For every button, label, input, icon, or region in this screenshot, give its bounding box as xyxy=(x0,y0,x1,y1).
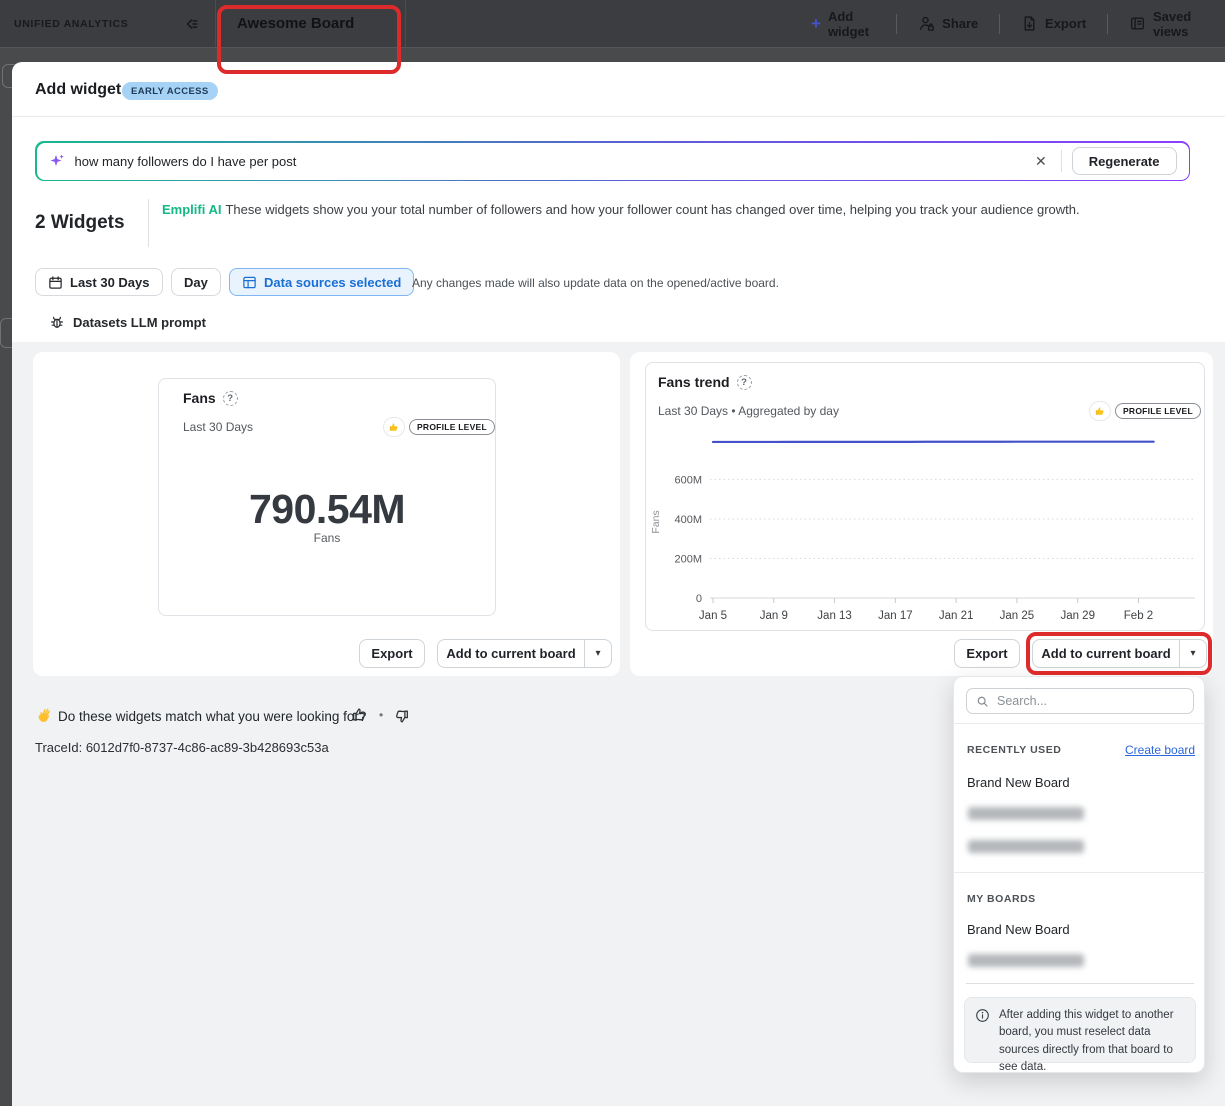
bug-icon xyxy=(49,314,65,330)
fans-kpi-unit: Fans xyxy=(158,531,496,545)
recently-used-header: RECENTLY USED xyxy=(967,744,1061,756)
trace-id: TraceId: 6012d7f0-8737-4c86-ac89-3b42869… xyxy=(35,740,329,755)
svg-text:Jan 17: Jan 17 xyxy=(878,610,913,622)
granularity-chip[interactable]: Day xyxy=(171,268,221,296)
data-sources-chip[interactable]: Data sources selected xyxy=(229,268,414,296)
date-range-label: Last 30 Days xyxy=(70,275,150,290)
svg-text:Jan 21: Jan 21 xyxy=(939,610,974,622)
dot-separator: • xyxy=(379,708,383,722)
granularity-label: Day xyxy=(184,275,208,290)
svg-text:Fans: Fans xyxy=(650,510,662,533)
divider xyxy=(954,872,1206,873)
datasets-llm-prompt-link[interactable]: Datasets LLM prompt xyxy=(49,314,206,330)
thumbs-up-icon[interactable] xyxy=(351,706,368,728)
divider xyxy=(966,983,1194,984)
add-to-current-board-button[interactable]: Add to current board xyxy=(438,640,584,667)
filters-note: Any changes made will also update data o… xyxy=(412,276,779,290)
emplifi-ai-tag: Emplifi AI xyxy=(162,202,221,217)
export-button-fans-trend[interactable]: Export xyxy=(954,639,1020,668)
profile-level-badge: PROFILE LEVEL xyxy=(409,419,495,435)
info-icon xyxy=(975,1008,990,1029)
svg-text:Jan 5: Jan 5 xyxy=(699,610,727,622)
search-icon xyxy=(976,695,989,708)
clear-prompt-icon[interactable]: ✕ xyxy=(1031,153,1051,170)
ai-prompt-input[interactable] xyxy=(75,154,1021,169)
modal-title: Add widget xyxy=(35,81,121,99)
date-range-chip[interactable]: Last 30 Days xyxy=(35,268,163,296)
waving-hand-icon xyxy=(35,707,52,729)
svg-text:Jan 25: Jan 25 xyxy=(1000,610,1035,622)
ai-prompt-bar: ✕ Regenerate xyxy=(35,141,1190,181)
data-sources-icon xyxy=(242,275,257,290)
ai-description-text: These widgets show you your total number… xyxy=(225,202,1079,217)
my-boards-header: MY BOARDS xyxy=(967,893,1036,905)
svg-text:Jan 29: Jan 29 xyxy=(1060,610,1095,622)
fans-widget-period: Last 30 Days xyxy=(183,420,253,434)
header-divider xyxy=(12,116,1225,117)
board-item[interactable]: Brand New Board xyxy=(967,922,1070,937)
divider xyxy=(1061,150,1062,172)
thumbs-up-reaction-pill[interactable] xyxy=(383,417,405,437)
ai-sparkle-icon xyxy=(49,153,65,169)
svg-text:Jan 13: Jan 13 xyxy=(817,610,852,622)
svg-text:Jan 9: Jan 9 xyxy=(760,610,788,622)
regenerate-button[interactable]: Regenerate xyxy=(1072,147,1177,175)
annotation-box-board-tab xyxy=(217,5,401,74)
svg-text:0: 0 xyxy=(696,593,702,605)
thumbs-down-icon[interactable] xyxy=(393,708,410,730)
board-item-redacted[interactable] xyxy=(968,807,1084,820)
board-item[interactable]: Brand New Board xyxy=(967,775,1070,790)
chevron-down-icon[interactable]: ▾ xyxy=(584,640,611,667)
datasets-llm-prompt-label: Datasets LLM prompt xyxy=(73,315,206,330)
board-search-input[interactable] xyxy=(997,694,1184,708)
svg-text:Feb 2: Feb 2 xyxy=(1124,610,1153,622)
info-note-text: After adding this widget to another boar… xyxy=(999,1009,1174,1073)
create-board-link[interactable]: Create board xyxy=(1125,743,1195,757)
add-to-board-split-button-fans: Add to current board ▾ xyxy=(437,639,612,668)
svg-text:400M: 400M xyxy=(674,514,702,526)
board-item-redacted[interactable] xyxy=(968,954,1084,967)
fans-kpi-value: 790.54M xyxy=(158,486,496,533)
export-button-fans[interactable]: Export xyxy=(359,639,425,668)
fans-trend-chart: 0 200M 400M 600M Jan 5 Jan 9 Jan 13 Jan 17 Jan 2… xyxy=(645,362,1205,631)
ai-description: Emplifi AI These widgets show you your to… xyxy=(162,201,1112,220)
divider xyxy=(148,199,149,247)
svg-text:600M: 600M xyxy=(674,474,702,486)
board-item-redacted[interactable] xyxy=(968,840,1084,853)
widget-count: 2 Widgets xyxy=(35,212,125,234)
data-sources-label: Data sources selected xyxy=(264,275,401,290)
svg-text:200M: 200M xyxy=(674,553,702,565)
annotation-box-add-to-board xyxy=(1026,632,1212,675)
feedback-question: Do these widgets match what you were loo… xyxy=(58,709,366,724)
divider xyxy=(954,723,1206,724)
early-access-badge: EARLY ACCESS xyxy=(122,82,218,100)
reselect-data-sources-note: After adding this widget to another boar… xyxy=(964,997,1196,1063)
board-picker-dropdown: RECENTLY USED Create board Brand New Boa… xyxy=(953,676,1205,1073)
board-search-field[interactable] xyxy=(966,688,1194,714)
calendar-icon xyxy=(48,275,63,290)
fans-widget-title: Fans xyxy=(183,390,216,406)
help-icon[interactable]: ? xyxy=(223,391,238,406)
